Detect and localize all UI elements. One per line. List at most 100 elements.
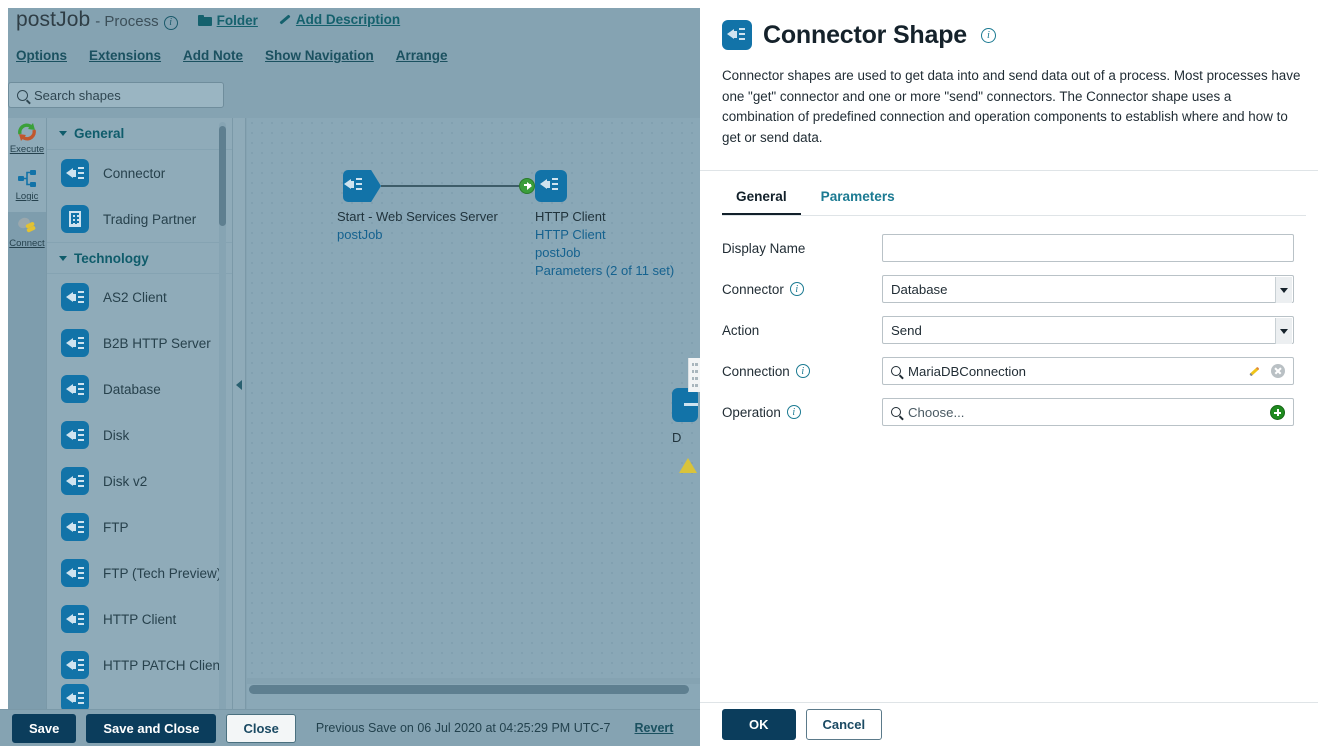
palette-group-general-label: General: [74, 126, 125, 141]
info-icon[interactable]: i: [980, 27, 996, 43]
action-select[interactable]: Send: [882, 316, 1294, 344]
canvas-shape-occluded[interactable]: [672, 388, 698, 422]
palette-item-connector[interactable]: Connector: [47, 150, 232, 196]
display-name-input[interactable]: [882, 234, 1294, 262]
canvas-bottom-strip: [247, 695, 700, 709]
start-shape-subtitle[interactable]: postJob: [337, 226, 498, 244]
dialog-description: Connector shapes are used to get data in…: [722, 68, 1301, 145]
menu-item-show-navigation[interactable]: Show Navigation: [265, 48, 374, 63]
process-type-label: - Process: [95, 13, 159, 30]
canvas-scrollbar-thumb[interactable]: [249, 685, 689, 694]
info-icon[interactable]: i: [789, 282, 804, 296]
palette-item-label: AS2 Client: [103, 289, 167, 305]
palette-item-label: Connector: [103, 165, 166, 181]
palette-item-ftp[interactable]: FTP: [47, 504, 232, 550]
add-description-link[interactable]: Add Description: [278, 12, 400, 27]
revert-link[interactable]: Revert: [635, 721, 674, 735]
folder-link[interactable]: Folder: [197, 13, 258, 28]
connector-icon: [61, 513, 89, 541]
dialog-title: Connector Shape: [763, 20, 967, 49]
process-designer: postJob - Process i Folder Add Descripti…: [0, 0, 700, 746]
http-shape-parameters[interactable]: Parameters (2 of 11 set): [535, 262, 674, 280]
menu-item-add-note[interactable]: Add Note: [183, 48, 243, 63]
connector-select[interactable]: Database: [882, 275, 1294, 303]
rail-item-connect[interactable]: Connect: [8, 212, 46, 259]
http-shape-connector[interactable]: HTTP Client: [535, 226, 674, 244]
palette-scrollbar[interactable]: [219, 122, 226, 742]
dialog-header: Connector Shape i Connector shapes are u…: [700, 0, 1318, 171]
chevron-left-icon: [236, 380, 242, 390]
dialog-tabs: General Parameters: [700, 183, 1318, 216]
chevron-down-icon[interactable]: [1275, 277, 1292, 303]
ok-button[interactable]: OK: [722, 709, 796, 740]
rail-item-logic[interactable]: Logic: [8, 165, 46, 212]
form-row-display-name: Display Name: [722, 234, 1296, 262]
connector-icon: [61, 159, 89, 187]
add-description-label: Add Description: [295, 12, 401, 27]
connector-label-group: Connector i: [722, 282, 882, 297]
palette-scrollbar-thumb[interactable]: [219, 126, 226, 226]
http-shape-operation[interactable]: postJob: [535, 244, 674, 262]
display-name-label: Display Name: [722, 240, 806, 256]
process-canvas[interactable]: Start - Web Services Server postJob HTTP…: [247, 118, 700, 678]
rail-item-execute[interactable]: Execute: [8, 118, 46, 165]
form-row-connection: Connection i MariaDBConnection: [722, 357, 1296, 385]
connector-icon: [61, 283, 89, 311]
save-button[interactable]: Save: [12, 713, 77, 743]
connector-shape-dialog: Connector Shape i Connector shapes are u…: [700, 0, 1318, 746]
search-icon: [891, 407, 901, 417]
folder-link-label: Folder: [216, 13, 258, 28]
connector-form: Display Name Connector i Database Action: [700, 216, 1318, 439]
canvas-shape-http-client[interactable]: [535, 170, 567, 202]
palette-group-technology[interactable]: Technology: [47, 242, 232, 274]
canvas-horizontal-scrollbar[interactable]: [247, 684, 700, 695]
palette-item-disk-v2[interactable]: Disk v2: [47, 458, 232, 504]
menu-item-arrange[interactable]: Arrange: [396, 48, 448, 63]
operation-input[interactable]: Choose...: [882, 398, 1294, 426]
shapes-palette: General Connector Trading Partner Techno…: [46, 118, 232, 746]
menu-item-extensions[interactable]: Extensions: [89, 48, 161, 63]
info-icon[interactable]: i: [163, 16, 178, 30]
palette-item-disk[interactable]: Disk: [47, 412, 232, 458]
palette-item-label: Disk: [103, 427, 130, 443]
palette-item-database[interactable]: Database: [47, 366, 232, 412]
palette-item-partial[interactable]: [47, 684, 232, 712]
palette-item-b2b-http-server[interactable]: B2B HTTP Server: [47, 320, 232, 366]
info-icon[interactable]: i: [795, 364, 810, 378]
palette-collapse-handle[interactable]: [232, 118, 246, 746]
palette-item-label: FTP: [103, 519, 129, 535]
add-icon[interactable]: [1270, 404, 1285, 420]
action-value: Send: [891, 322, 922, 338]
connector-icon: [535, 170, 567, 202]
chevron-down-icon[interactable]: [1275, 318, 1292, 344]
connector-icon: [61, 684, 89, 712]
start-shape-title: Start - Web Services Server: [337, 209, 498, 224]
connector-value: Database: [891, 281, 948, 297]
search-input[interactable]: Search shapes: [8, 82, 224, 108]
menu-item-options[interactable]: Options: [16, 48, 67, 63]
palette-item-as2-client[interactable]: AS2 Client: [47, 274, 232, 320]
pencil-icon[interactable]: [1248, 364, 1262, 378]
palette-item-ftp-tech-preview[interactable]: FTP (Tech Preview): [47, 550, 232, 596]
connection-input[interactable]: MariaDBConnection: [882, 357, 1294, 385]
save-and-close-button[interactable]: Save and Close: [86, 713, 217, 743]
connector-icon: [61, 375, 89, 403]
connector-label: Connector: [722, 281, 784, 297]
palette-item-http-patch-client[interactable]: HTTP PATCH Client: [47, 642, 232, 688]
tab-general[interactable]: General: [722, 183, 801, 216]
rail-label-logic: Logic: [15, 191, 39, 202]
form-row-action: Action Send: [722, 316, 1296, 344]
panel-resize-handle[interactable]: [688, 358, 700, 392]
connector-icon: [61, 467, 89, 495]
clear-icon[interactable]: [1271, 364, 1285, 378]
tab-parameters[interactable]: Parameters: [807, 183, 909, 216]
cancel-button[interactable]: Cancel: [805, 709, 883, 740]
palette-group-general[interactable]: General: [47, 118, 232, 150]
info-icon[interactable]: i: [786, 405, 801, 419]
flow-arrow-icon: [519, 178, 535, 194]
palette-item-trading-partner[interactable]: Trading Partner: [47, 196, 232, 242]
canvas-shape-start[interactable]: [343, 170, 381, 202]
pencil-icon: [278, 13, 291, 26]
palette-item-http-client[interactable]: HTTP Client: [47, 596, 232, 642]
close-button[interactable]: Close: [226, 713, 296, 743]
